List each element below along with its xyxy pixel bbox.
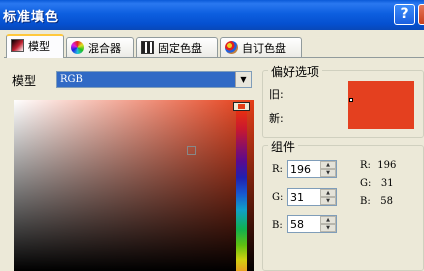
model-select-value: RGB: [57, 72, 235, 87]
b-up-arrow-icon[interactable]: ▲: [320, 216, 336, 224]
color-model-icon: [11, 39, 24, 52]
swatch-marker: [349, 98, 353, 102]
r-label: R:: [272, 164, 283, 175]
hue-slider-handle[interactable]: [233, 102, 250, 111]
r-down-arrow-icon[interactable]: ▼: [320, 169, 336, 177]
chevron-down-icon[interactable]: ▼: [235, 72, 251, 87]
old-color-label: 旧:: [269, 88, 284, 101]
readout-r: R: 196: [360, 160, 397, 171]
readout-g: G: 31: [360, 178, 394, 189]
r-stepper[interactable]: 196 ▲ ▼: [287, 160, 337, 178]
tab-mixer-label: 混合器: [88, 42, 121, 55]
help-button[interactable]: ?: [394, 4, 415, 25]
g-stepper[interactable]: 31 ▲ ▼: [287, 188, 337, 206]
tab-fixed-palette[interactable]: 固定色盘: [136, 37, 218, 57]
g-down-arrow-icon[interactable]: ▼: [320, 197, 336, 205]
readout-b: B: 58: [360, 196, 393, 207]
new-color-label: 新:: [269, 112, 284, 125]
b-down-arrow-icon[interactable]: ▼: [320, 224, 336, 232]
tab-panel-border: [4, 57, 424, 58]
components-title: 组件: [268, 138, 299, 155]
tab-mixer[interactable]: 混合器: [66, 37, 134, 57]
r-value: 196: [290, 163, 311, 176]
b-label: B:: [272, 220, 283, 231]
tab-custom-palette-label: 自订色盘: [242, 42, 286, 55]
tab-strip: 模型 混合器 固定色盘 自订色盘: [4, 34, 424, 58]
color-wheel-icon: [71, 41, 84, 54]
r-up-arrow-icon[interactable]: ▲: [320, 161, 336, 169]
color-picker-cursor[interactable]: [187, 146, 196, 155]
close-button[interactable]: x: [418, 4, 424, 25]
tab-model[interactable]: 模型: [6, 34, 64, 58]
model-select[interactable]: RGB ▼: [56, 71, 252, 88]
tab-model-label: 模型: [28, 40, 50, 53]
title-bar: 标准填色 ? x: [0, 0, 424, 30]
tab-custom-palette[interactable]: 自订色盘: [220, 37, 302, 57]
color-preview-swatch: [348, 81, 414, 129]
color-field[interactable]: [14, 100, 254, 271]
custom-palette-icon: [225, 41, 238, 54]
hue-slider[interactable]: [236, 110, 247, 271]
g-up-arrow-icon[interactable]: ▲: [320, 189, 336, 197]
preferences-title: 偏好选项: [268, 63, 323, 80]
tab-fixed-palette-label: 固定色盘: [158, 42, 202, 55]
fixed-palette-icon: [141, 41, 154, 54]
b-stepper[interactable]: 58 ▲ ▼: [287, 215, 337, 233]
model-label: 模型: [12, 74, 37, 88]
window-title: 标准填色: [3, 10, 60, 25]
b-value: 58: [290, 218, 304, 231]
g-value: 31: [290, 191, 304, 204]
g-label: G:: [272, 192, 284, 203]
